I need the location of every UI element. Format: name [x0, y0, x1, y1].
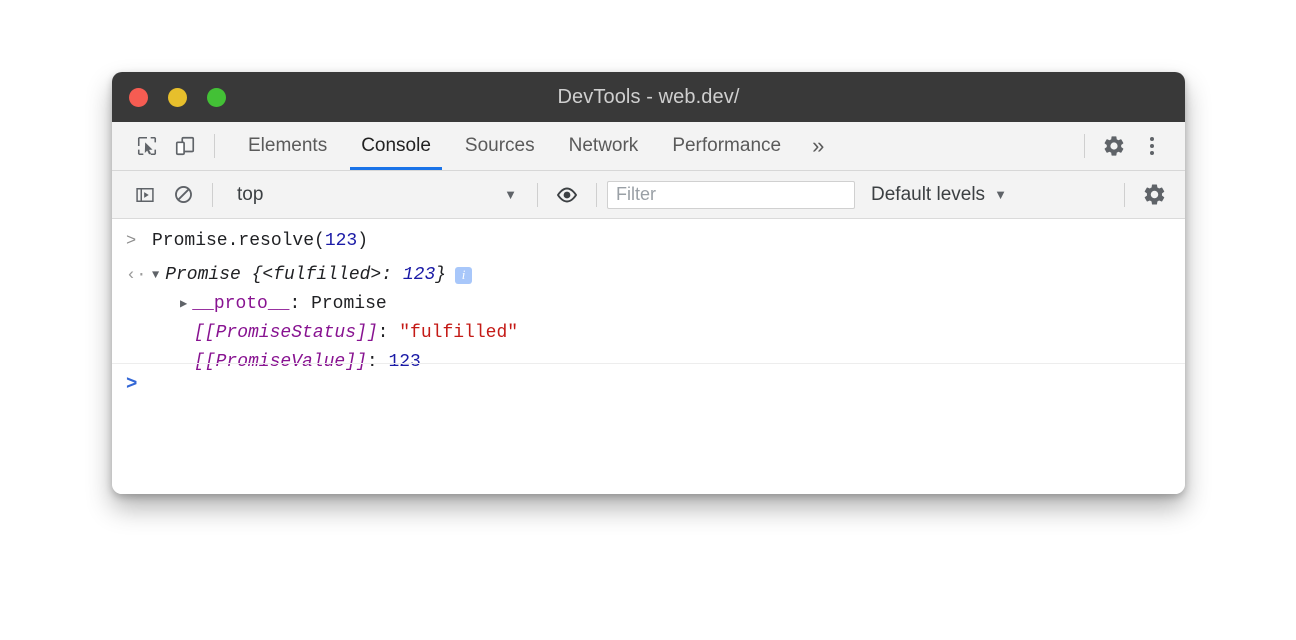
console-input-message[interactable]: > Promise.resolve(123): [112, 219, 1185, 257]
console-toolbar-divider-1: [212, 183, 213, 207]
result-prefix: Promise {<fulfilled>:: [165, 265, 403, 285]
more-tabs-button[interactable]: »: [798, 122, 838, 170]
gear-icon: [1102, 134, 1126, 158]
create-live-expression-button[interactable]: [548, 176, 586, 214]
result-suffix: }: [435, 265, 446, 285]
property-row-promise-status[interactable]: [[PromiseStatus]]: "fulfilled": [112, 318, 1185, 347]
close-window-button[interactable]: [129, 88, 148, 107]
screenshot-root: DevTools - web.dev/ Elements Console: [0, 0, 1296, 640]
console-toolbar-divider-3: [596, 183, 597, 207]
log-levels-selector[interactable]: Default levels ▼: [871, 184, 1007, 206]
window-titlebar: DevTools - web.dev/: [112, 72, 1185, 122]
eye-icon: [555, 183, 579, 207]
property-separator: :: [378, 323, 400, 343]
info-badge-icon[interactable]: i: [455, 267, 472, 284]
chevron-down-icon: ▼: [994, 188, 1007, 201]
result-summary: Promise {<fulfilled>: 123}: [165, 265, 446, 285]
inspect-element-button[interactable]: [128, 127, 166, 165]
console-toolbar-divider-4: [1124, 183, 1125, 207]
result-expand-toggle[interactable]: ▼: [152, 269, 159, 281]
console-prompt-divider: [112, 363, 1185, 364]
property-row-promise-value[interactable]: [[PromiseValue]]: 123: [112, 347, 1185, 376]
inspect-element-icon: [136, 135, 158, 157]
console-sidebar-toggle-button[interactable]: [126, 176, 164, 214]
console-toolbar-divider-2: [537, 183, 538, 207]
clear-console-icon: [173, 184, 194, 205]
device-toolbar-icon: [174, 135, 196, 157]
console-filter-input[interactable]: [607, 181, 855, 209]
input-gutter-icon: >: [126, 232, 152, 251]
code-number: 123: [325, 231, 357, 251]
property-value: 123: [388, 352, 420, 372]
console-input-code: Promise.resolve(123): [152, 231, 368, 251]
tab-elements[interactable]: Elements: [231, 122, 344, 170]
property-value: "fulfilled": [399, 323, 518, 343]
tabbar-actions: [1074, 127, 1185, 165]
prompt-chevron-icon: >: [126, 373, 137, 395]
tabbar-divider: [214, 134, 215, 158]
property-value: Promise: [311, 294, 387, 314]
console-toolbar-actions: [1114, 176, 1185, 214]
property-row-proto[interactable]: ▶ __proto__: Promise: [112, 289, 1185, 318]
property-key: [[PromiseStatus]]: [194, 323, 378, 343]
execution-context-label: top: [237, 184, 263, 206]
property-separator: :: [367, 352, 389, 372]
console-toolbar: top ▼ Default levels ▼: [112, 171, 1185, 219]
panel-tabs: Elements Console Sources Network Perform…: [231, 122, 838, 170]
code-suffix: ): [357, 231, 368, 251]
device-toolbar-button[interactable]: [166, 127, 204, 165]
tab-console[interactable]: Console: [344, 122, 448, 170]
tabbar-right-divider: [1084, 134, 1085, 158]
property-key: [[PromiseValue]]: [194, 352, 367, 372]
tab-performance[interactable]: Performance: [655, 122, 798, 170]
devtools-main-menu-button[interactable]: [1133, 127, 1171, 165]
execution-context-selector[interactable]: top ▼: [223, 180, 527, 210]
console-result-message[interactable]: ‹· ▼ Promise {<fulfilled>: 123} i: [112, 257, 1185, 289]
devtools-settings-button[interactable]: [1095, 127, 1133, 165]
minimize-window-button[interactable]: [168, 88, 187, 107]
gear-icon: [1142, 182, 1167, 207]
log-levels-label: Default levels: [871, 184, 985, 206]
output-gutter-icon: ‹·: [126, 266, 152, 285]
console-sidebar-icon: [135, 185, 155, 205]
clear-console-button[interactable]: [164, 176, 202, 214]
proto-expand-toggle[interactable]: ▶: [180, 298, 187, 310]
chevron-down-icon: ▼: [504, 188, 517, 201]
traffic-light-buttons: [129, 72, 226, 122]
property-separator: :: [289, 294, 311, 314]
console-prompt[interactable]: >: [126, 373, 137, 395]
maximize-window-button[interactable]: [207, 88, 226, 107]
tab-network[interactable]: Network: [552, 122, 656, 170]
more-vertical-icon: [1150, 137, 1154, 155]
result-number: 123: [403, 265, 435, 285]
code-prefix: Promise.resolve(: [152, 231, 325, 251]
console-settings-button[interactable]: [1135, 176, 1173, 214]
property-key: __proto__: [192, 294, 289, 314]
console-output-area[interactable]: > Promise.resolve(123) ‹· ▼ Promise {<fu…: [112, 219, 1185, 494]
window-title: DevTools - web.dev/: [112, 86, 1185, 109]
tab-sources[interactable]: Sources: [448, 122, 552, 170]
devtools-window: DevTools - web.dev/ Elements Console: [112, 72, 1185, 494]
devtools-tabbar: Elements Console Sources Network Perform…: [112, 122, 1185, 171]
